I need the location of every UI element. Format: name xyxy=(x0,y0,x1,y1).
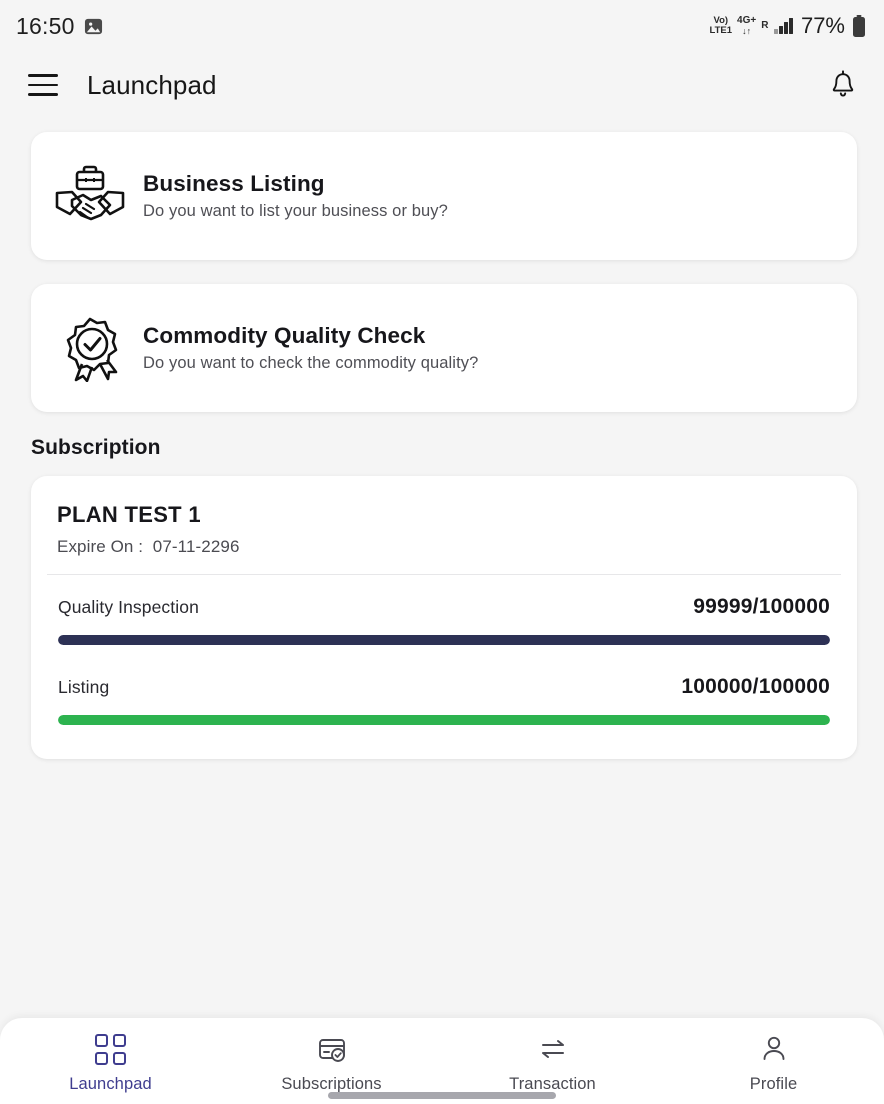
usage-progress-track xyxy=(58,635,830,645)
signal-strength-icon xyxy=(774,18,793,34)
image-icon xyxy=(84,17,103,36)
battery-icon xyxy=(850,15,866,37)
hamburger-menu-icon[interactable] xyxy=(28,74,58,96)
subscription-section-title: Subscription xyxy=(31,436,161,459)
network-type-icon: 4G+ ↓↑ xyxy=(737,16,756,36)
usage-progress-fill xyxy=(58,715,830,725)
card-subtitle: Do you want to check the commodity quali… xyxy=(143,354,479,372)
usage-row: Quality Inspection 99999/100000 xyxy=(47,575,841,619)
nav-item-subscriptions[interactable]: Subscriptions xyxy=(221,1032,442,1094)
expire-date: 07-11-2296 xyxy=(152,537,240,556)
usage-progress-fill xyxy=(58,635,830,645)
usage-progress-track xyxy=(58,715,830,725)
nav-item-profile[interactable]: Profile xyxy=(663,1032,884,1094)
handshake-briefcase-icon xyxy=(53,159,127,233)
card-subtitle: Do you want to list your business or buy… xyxy=(143,202,448,220)
quality-badge-icon xyxy=(53,311,127,385)
grid-launchpad-icon xyxy=(94,1032,128,1066)
home-indicator[interactable] xyxy=(328,1092,556,1099)
usage-value: 99999/100000 xyxy=(693,595,830,618)
nav-item-launchpad[interactable]: Launchpad xyxy=(0,1032,221,1094)
battery-percent: 77% xyxy=(800,13,845,38)
nav-label: Profile xyxy=(749,1075,798,1093)
volte-icon: Vo) LTE1 xyxy=(710,16,733,36)
plan-name: PLAN TEST 1 xyxy=(57,502,201,527)
roaming-label: R xyxy=(761,20,769,31)
app-screen: 16:50 Vo) LTE1 4G+ ↓↑ R 77% Launchpad Bu… xyxy=(0,0,884,1104)
bell-icon[interactable] xyxy=(826,68,860,102)
status-bar-left: 16:50 xyxy=(16,13,103,40)
card-title: Business Listing xyxy=(143,171,325,196)
card-title: Commodity Quality Check xyxy=(143,323,426,348)
commodity-quality-check-card[interactable]: Commodity Quality Check Do you want to c… xyxy=(31,284,857,412)
usage-quality-inspection: Quality Inspection 99999/100000 xyxy=(47,575,841,645)
status-bar: 16:50 Vo) LTE1 4G+ ↓↑ R 77% xyxy=(0,0,884,52)
person-icon xyxy=(757,1032,791,1066)
app-bar: Launchpad xyxy=(0,52,884,118)
expire-label: Expire On : xyxy=(57,537,144,556)
usage-value: 100000/100000 xyxy=(681,675,830,698)
volte-bottom: LTE1 xyxy=(709,25,733,36)
business-listing-text: Business Listing Do you want to list you… xyxy=(143,171,448,221)
usage-listing: Listing 100000/100000 xyxy=(47,645,841,739)
commodity-quality-text: Commodity Quality Check Do you want to c… xyxy=(143,323,478,373)
card-check-icon xyxy=(315,1032,349,1066)
page-title: Launchpad xyxy=(87,69,217,100)
exchange-arrows-icon xyxy=(536,1032,570,1066)
roaming-icon: R xyxy=(761,21,768,31)
business-listing-card[interactable]: Business Listing Do you want to list you… xyxy=(31,132,857,260)
main-content: Business Listing Do you want to list you… xyxy=(0,118,884,1104)
usage-label: Quality Inspection xyxy=(58,597,199,617)
network-label: 4G+ xyxy=(737,15,757,27)
nav-label: Launchpad xyxy=(69,1075,152,1093)
usage-row: Listing 100000/100000 xyxy=(47,645,841,699)
data-arrows-icon: ↓↑ xyxy=(742,25,752,36)
usage-label: Listing xyxy=(58,677,110,697)
subscription-card[interactable]: PLAN TEST 1 Expire On : 07-11-2296 Quali… xyxy=(31,476,857,759)
plan-expiry: Expire On : 07-11-2296 xyxy=(47,537,841,557)
status-time: 16:50 xyxy=(16,12,75,39)
nav-item-transaction[interactable]: Transaction xyxy=(442,1032,663,1094)
status-bar-right: Vo) LTE1 4G+ ↓↑ R 77% xyxy=(710,13,867,39)
bottom-navigation: Launchpad Subscriptions Transaction Prof… xyxy=(0,1018,884,1104)
